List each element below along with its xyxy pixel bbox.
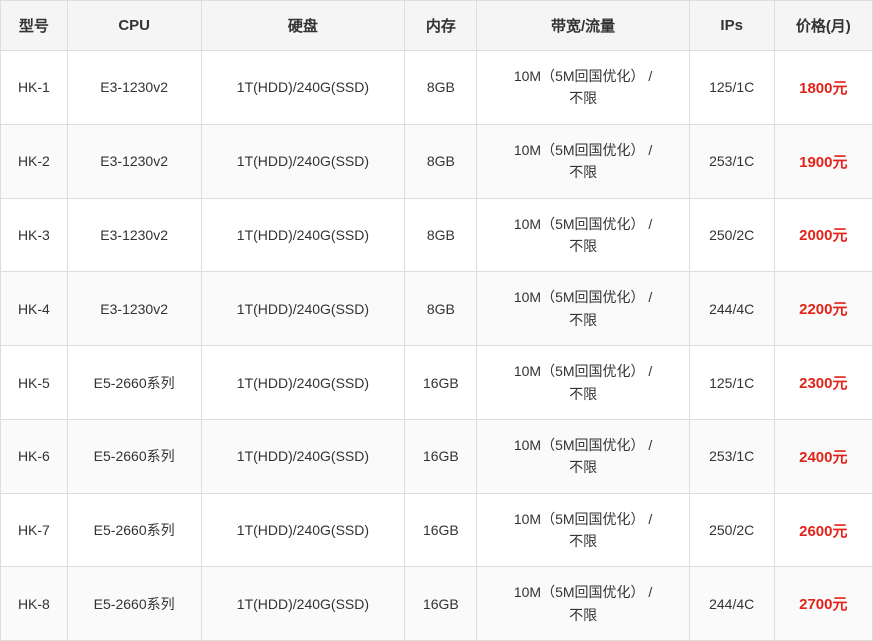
cell-bandwidth: 10M（5M回国优化） /不限 — [477, 124, 689, 198]
cell-model: HK-3 — [1, 198, 68, 272]
cell-price: 1900元 — [774, 124, 872, 198]
cell-price: 2300元 — [774, 346, 872, 420]
cell-memory: 16GB — [405, 567, 477, 641]
cell-price: 2600元 — [774, 493, 872, 567]
table-row: HK-4 E3-1230v2 1T(HDD)/240G(SSD) 8GB 10M… — [1, 272, 873, 346]
col-header-bandwidth: 带宽/流量 — [477, 1, 689, 51]
cell-disk: 1T(HDD)/240G(SSD) — [201, 198, 405, 272]
table-header-row: 型号 CPU 硬盘 内存 带宽/流量 IPs 价格(月) — [1, 1, 873, 51]
cell-memory: 8GB — [405, 124, 477, 198]
table-row: HK-2 E3-1230v2 1T(HDD)/240G(SSD) 8GB 10M… — [1, 124, 873, 198]
table-row: HK-3 E3-1230v2 1T(HDD)/240G(SSD) 8GB 10M… — [1, 198, 873, 272]
cell-cpu: E3-1230v2 — [67, 198, 201, 272]
cell-cpu: E5-2660系列 — [67, 493, 201, 567]
cell-ips: 125/1C — [689, 51, 774, 125]
cell-ips: 244/4C — [689, 567, 774, 641]
cell-bandwidth: 10M（5M回国优化） /不限 — [477, 567, 689, 641]
cell-disk: 1T(HDD)/240G(SSD) — [201, 567, 405, 641]
cell-model: HK-6 — [1, 419, 68, 493]
table-row: HK-5 E5-2660系列 1T(HDD)/240G(SSD) 16GB 10… — [1, 346, 873, 420]
cell-ips: 125/1C — [689, 346, 774, 420]
cell-bandwidth: 10M（5M回国优化） /不限 — [477, 419, 689, 493]
cell-model: HK-5 — [1, 346, 68, 420]
cell-cpu: E3-1230v2 — [67, 51, 201, 125]
table-row: HK-1 E3-1230v2 1T(HDD)/240G(SSD) 8GB 10M… — [1, 51, 873, 125]
col-header-price: 价格(月) — [774, 1, 872, 51]
col-header-disk: 硬盘 — [201, 1, 405, 51]
cell-price: 2000元 — [774, 198, 872, 272]
cell-ips: 253/1C — [689, 419, 774, 493]
table-row: HK-8 E5-2660系列 1T(HDD)/240G(SSD) 16GB 10… — [1, 567, 873, 641]
cell-bandwidth: 10M（5M回国优化） /不限 — [477, 51, 689, 125]
col-header-model: 型号 — [1, 1, 68, 51]
col-header-memory: 内存 — [405, 1, 477, 51]
cell-cpu: E5-2660系列 — [67, 567, 201, 641]
cell-memory: 16GB — [405, 493, 477, 567]
col-header-cpu: CPU — [67, 1, 201, 51]
cell-model: HK-8 — [1, 567, 68, 641]
cell-ips: 244/4C — [689, 272, 774, 346]
cell-model: HK-2 — [1, 124, 68, 198]
cell-disk: 1T(HDD)/240G(SSD) — [201, 493, 405, 567]
cell-disk: 1T(HDD)/240G(SSD) — [201, 272, 405, 346]
cell-bandwidth: 10M（5M回国优化） /不限 — [477, 198, 689, 272]
cell-cpu: E3-1230v2 — [67, 124, 201, 198]
cell-memory: 16GB — [405, 346, 477, 420]
table-row: HK-6 E5-2660系列 1T(HDD)/240G(SSD) 16GB 10… — [1, 419, 873, 493]
cell-bandwidth: 10M（5M回国优化） /不限 — [477, 272, 689, 346]
cell-disk: 1T(HDD)/240G(SSD) — [201, 51, 405, 125]
cell-price: 1800元 — [774, 51, 872, 125]
cell-ips: 253/1C — [689, 124, 774, 198]
cell-model: HK-4 — [1, 272, 68, 346]
cell-cpu: E5-2660系列 — [67, 419, 201, 493]
cell-disk: 1T(HDD)/240G(SSD) — [201, 346, 405, 420]
table-row: HK-7 E5-2660系列 1T(HDD)/240G(SSD) 16GB 10… — [1, 493, 873, 567]
cell-ips: 250/2C — [689, 198, 774, 272]
cell-cpu: E5-2660系列 — [67, 346, 201, 420]
cell-price: 2400元 — [774, 419, 872, 493]
cell-disk: 1T(HDD)/240G(SSD) — [201, 419, 405, 493]
cell-memory: 8GB — [405, 198, 477, 272]
cell-ips: 250/2C — [689, 493, 774, 567]
cell-model: HK-1 — [1, 51, 68, 125]
cell-bandwidth: 10M（5M回国优化） /不限 — [477, 493, 689, 567]
col-header-ips: IPs — [689, 1, 774, 51]
cell-memory: 8GB — [405, 51, 477, 125]
server-table: 型号 CPU 硬盘 内存 带宽/流量 IPs 价格(月) HK-1 E3-123… — [0, 0, 873, 641]
cell-cpu: E3-1230v2 — [67, 272, 201, 346]
cell-bandwidth: 10M（5M回国优化） /不限 — [477, 346, 689, 420]
cell-price: 2700元 — [774, 567, 872, 641]
cell-model: HK-7 — [1, 493, 68, 567]
cell-memory: 16GB — [405, 419, 477, 493]
cell-price: 2200元 — [774, 272, 872, 346]
cell-memory: 8GB — [405, 272, 477, 346]
cell-disk: 1T(HDD)/240G(SSD) — [201, 124, 405, 198]
main-container: 型号 CPU 硬盘 内存 带宽/流量 IPs 价格(月) HK-1 E3-123… — [0, 0, 873, 641]
